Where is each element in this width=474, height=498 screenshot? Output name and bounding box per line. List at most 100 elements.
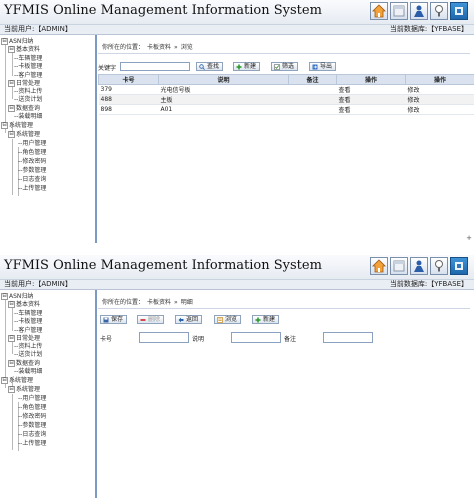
breadcrumb-module-link[interactable]: 卡板资料 — [147, 44, 171, 51]
keyword-label: 关键字 — [98, 63, 116, 72]
table-row: 898 A01 查看 修改 — [99, 105, 474, 115]
cell-card-no: 379 — [99, 85, 159, 95]
exit-icon[interactable] — [450, 2, 468, 20]
current-database: 当前数据库:【YFBASE】 — [390, 25, 468, 34]
window-icon[interactable] — [390, 2, 408, 20]
tree-node-customer[interactable]: --客户管理 — [14, 72, 42, 80]
save-button[interactable]: 保存 — [100, 315, 127, 324]
view-link[interactable]: 查看 — [337, 85, 406, 95]
col-header-card-no[interactable]: 卡号 — [99, 75, 159, 85]
current-user: 当前用户:【ADMIN】 — [4, 25, 72, 34]
detail-screen: YFMIS Online Management Information Syst… — [0, 255, 474, 498]
tree-node-users[interactable]: --用户管理 — [18, 395, 46, 403]
new-button[interactable]: 新建 — [233, 62, 260, 71]
keyword-input[interactable] — [120, 62, 190, 71]
breadcrumb: 你所在的位置：卡板资料»明细 — [102, 297, 193, 306]
tree-node-asn[interactable]: ⊟ASN归纳 — [1, 38, 33, 46]
edit-link[interactable]: 修改 — [406, 105, 474, 115]
info-bar: 当前用户:【ADMIN】 当前数据库:【YFBASE】 — [0, 280, 474, 290]
desc-input[interactable] — [231, 332, 281, 343]
tree-node-system[interactable]: ⊟系统管理 — [1, 377, 33, 385]
tree-node-upload[interactable]: --资料上传 — [14, 88, 42, 96]
search-button[interactable]: 查找 — [196, 62, 223, 71]
cell-desc: 主板 — [159, 95, 289, 105]
tree-node-vehicle[interactable]: --车辆管理 — [14, 310, 42, 318]
browse-button[interactable]: 浏览 — [214, 315, 241, 324]
desc-label: 说明 — [192, 334, 204, 343]
cursor-icon: + — [466, 234, 472, 242]
plus-icon — [236, 64, 242, 70]
tree-node-asn[interactable]: ⊟ASN归纳 — [1, 293, 33, 301]
home-icon[interactable] — [370, 257, 388, 275]
tree-node-password[interactable]: --修改密码 — [18, 158, 46, 166]
back-button[interactable]: 返回 — [175, 315, 202, 324]
tree-node-delivery-plan[interactable]: --送货计划 — [14, 96, 42, 104]
tree-node-system-sub[interactable]: ⊟系统管理 — [8, 386, 40, 394]
tree-node-params[interactable]: --参数管理 — [18, 167, 46, 175]
search-icon — [199, 64, 205, 70]
tree-node-pallet[interactable]: --卡板管理 — [14, 63, 42, 71]
tree-node-load-detail[interactable]: --装载明细 — [14, 368, 42, 376]
cell-desc: A01 — [159, 105, 289, 115]
current-user: 当前用户:【ADMIN】 — [4, 280, 72, 289]
nav-tree: ⊟ASN归纳 ⊟基本资料 --车辆管理 --卡板管理 --客户管理 ⊟日常处理 … — [0, 290, 97, 498]
tree-node-roles[interactable]: --角色管理 — [18, 149, 46, 157]
info-bar: 当前用户:【ADMIN】 当前数据库:【YFBASE】 — [0, 25, 474, 35]
plus-icon — [255, 317, 261, 323]
tree-node-password[interactable]: --修改密码 — [18, 413, 46, 421]
cell-remark — [289, 85, 337, 95]
help-icon[interactable] — [430, 257, 448, 275]
breadcrumb-module-link[interactable]: 卡板资料 — [147, 299, 171, 306]
delete-icon — [140, 317, 146, 323]
export-button[interactable]: 导出 — [309, 62, 336, 71]
tree-node-vehicle[interactable]: --车辆管理 — [14, 55, 42, 63]
tree-node-basic-data[interactable]: ⊟基本资料 — [8, 46, 40, 54]
col-header-remark[interactable]: 备注 — [289, 75, 337, 85]
window-icon[interactable] — [390, 257, 408, 275]
back-arrow-icon — [178, 317, 184, 323]
card-no-label: 卡号 — [100, 334, 112, 343]
edit-link[interactable]: 修改 — [406, 95, 474, 105]
tree-node-logs[interactable]: --日志查询 — [18, 176, 46, 184]
remark-input[interactable] — [323, 332, 373, 343]
app-title: YFMIS Online Management Information Syst… — [4, 3, 322, 18]
exit-icon[interactable] — [450, 257, 468, 275]
cell-remark — [289, 95, 337, 105]
view-link[interactable]: 查看 — [337, 105, 406, 115]
user-icon[interactable] — [410, 257, 428, 275]
tree-node-upload-mgmt[interactable]: --上传管理 — [18, 440, 46, 448]
tree-node-customer[interactable]: --客户管理 — [14, 327, 42, 335]
tree-node-users[interactable]: --用户管理 — [18, 140, 46, 148]
view-link[interactable]: 查看 — [337, 95, 406, 105]
export-icon — [312, 64, 318, 70]
new-button[interactable]: 新建 — [252, 315, 279, 324]
tree-node-pallet[interactable]: --卡板管理 — [14, 318, 42, 326]
nav-tree: ⊟ASN归纳 ⊟基本资料 --车辆管理 --卡板管理 --客户管理 ⊟日常处理 … — [0, 35, 97, 243]
tree-node-params[interactable]: --参数管理 — [18, 422, 46, 430]
col-header-desc[interactable]: 说明 — [159, 75, 289, 85]
tree-node-system[interactable]: ⊟系统管理 — [1, 122, 33, 130]
tree-node-daily[interactable]: ⊟日常处理 — [8, 80, 40, 88]
filter-button[interactable]: 筛选 — [271, 62, 298, 71]
remark-label: 备注 — [284, 334, 296, 343]
pallet-table: 卡号 说明 备注 操作 操作 379 光电信号板 查看 修改 488 主板 — [98, 74, 474, 115]
card-no-input[interactable] — [139, 332, 189, 343]
delete-button[interactable]: 删除 — [137, 315, 164, 324]
tree-node-logs[interactable]: --日志查询 — [18, 431, 46, 439]
tree-node-basic-data[interactable]: ⊟基本资料 — [8, 301, 40, 309]
tree-node-upload[interactable]: --资料上传 — [14, 343, 42, 351]
home-icon[interactable] — [370, 2, 388, 20]
browse-screen: YFMIS Online Management Information Syst… — [0, 0, 474, 243]
tree-node-system-sub[interactable]: ⊟系统管理 — [8, 131, 40, 139]
edit-link[interactable]: 修改 — [406, 85, 474, 95]
help-icon[interactable] — [430, 2, 448, 20]
tree-node-roles[interactable]: --角色管理 — [18, 404, 46, 412]
tree-node-delivery-plan[interactable]: --送货计划 — [14, 351, 42, 359]
title-bar: YFMIS Online Management Information Syst… — [0, 0, 474, 25]
tree-node-upload-mgmt[interactable]: --上传管理 — [18, 185, 46, 193]
user-icon[interactable] — [410, 2, 428, 20]
tree-node-query[interactable]: ⊟数据查询 — [8, 360, 40, 368]
tree-node-daily[interactable]: ⊟日常处理 — [8, 335, 40, 343]
tree-node-load-detail[interactable]: --装载明细 — [14, 113, 42, 121]
tree-node-query[interactable]: ⊟数据查询 — [8, 105, 40, 113]
